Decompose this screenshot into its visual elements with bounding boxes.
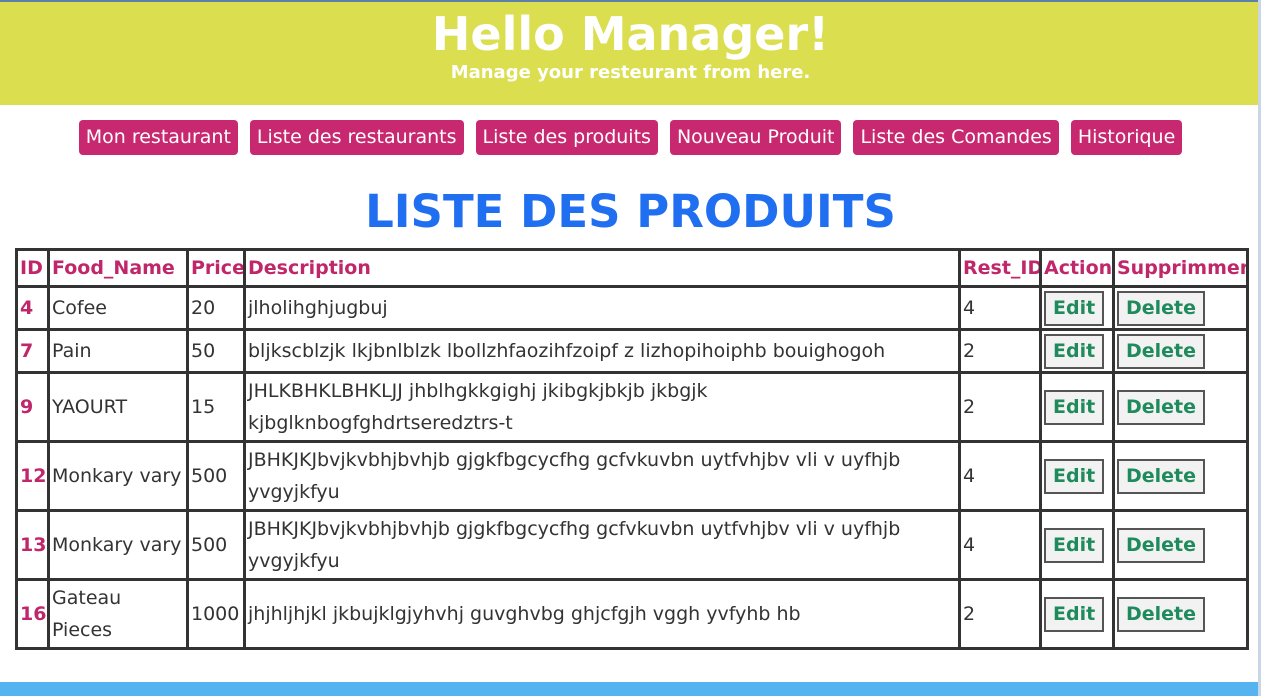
table-row: 9 YAOURT 15 JHLKBHKLBHKLJJ jhblhgkkgighj… (15, 371, 1249, 443)
cell-price: 500 (186, 509, 246, 581)
column-header-description: Description (243, 248, 961, 288)
nav-mon-restaurant[interactable]: Mon restaurant (78, 120, 238, 155)
delete-button[interactable]: Delete (1117, 596, 1206, 632)
cell-price: 15 (186, 371, 246, 443)
edit-button[interactable]: Edit (1044, 596, 1105, 632)
delete-button[interactable]: Delete (1117, 458, 1206, 494)
cell-action: Edit (1039, 440, 1115, 512)
delete-button[interactable]: Delete (1117, 389, 1206, 425)
table-row: 16 Gateau Pieces 1000 jhjhljhjkl jkbujkl… (15, 578, 1249, 650)
edit-button[interactable]: Edit (1044, 333, 1105, 369)
page: Hello Manager! Manage your resteurant fr… (0, 0, 1261, 696)
cell-food-name: Cofee (47, 285, 189, 331)
header-title: Hello Manager! (431, 7, 830, 61)
delete-button[interactable]: Delete (1117, 290, 1206, 326)
cell-action: Edit (1039, 285, 1115, 331)
cell-id: 7 (15, 328, 50, 374)
cell-rest-id: 2 (958, 371, 1042, 443)
nav-liste-des-produits[interactable]: Liste des produits (475, 120, 658, 155)
table-row: 4 Cofee 20 jlholihghjugbuj 4 Edit Delete (15, 285, 1249, 331)
cell-rest-id: 4 (958, 509, 1042, 581)
header-banner: Hello Manager! Manage your resteurant fr… (0, 2, 1261, 105)
edit-button[interactable]: Edit (1044, 389, 1105, 425)
edit-button[interactable]: Edit (1044, 290, 1105, 326)
nav-liste-des-comandes[interactable]: Liste des Comandes (853, 120, 1059, 155)
cell-id: 9 (15, 371, 50, 443)
column-header-rest-id: Rest_ID (958, 248, 1042, 288)
cell-food-name: Monkary vary (47, 509, 189, 581)
cell-description: JBHKJKJbvjkvbhjbvhjb gjgkfbgcycfhg gcfvk… (243, 509, 961, 581)
products-table: ID Food_Name Price Description Rest_ID A… (15, 248, 1249, 650)
cell-id: 13 (15, 509, 50, 581)
cell-supprimmer: Delete (1112, 371, 1249, 443)
cell-supprimmer: Delete (1112, 328, 1249, 374)
cell-price: 500 (186, 440, 246, 512)
cell-supprimmer: Delete (1112, 509, 1249, 581)
cell-action: Edit (1039, 578, 1115, 650)
cell-price: 1000 (186, 578, 246, 650)
cell-supprimmer: Delete (1112, 440, 1249, 512)
column-header-price: Price (186, 248, 246, 288)
column-header-supprimmer: Supprimmer (1112, 248, 1249, 288)
cell-rest-id: 4 (958, 285, 1042, 331)
table-row: 12 Monkary vary 500 JBHKJKJbvjkvbhjbvhjb… (15, 440, 1249, 512)
cell-food-name: Pain (47, 328, 189, 374)
cell-rest-id: 2 (958, 578, 1042, 650)
cell-description: jlholihghjugbuj (243, 285, 961, 331)
table-row: 13 Monkary vary 500 JBHKJKJbvjkvbhjbvhjb… (15, 509, 1249, 581)
cell-food-name: Monkary vary (47, 440, 189, 512)
table-header-row: ID Food_Name Price Description Rest_ID A… (15, 248, 1249, 288)
table-row: 7 Pain 50 bljkscblzjk lkjbnlblzk lbollzh… (15, 328, 1249, 374)
cell-action: Edit (1039, 328, 1115, 374)
column-header-action: Action (1039, 248, 1115, 288)
header-subtitle: Manage your resteurant from here. (450, 62, 811, 83)
cell-price: 50 (186, 328, 246, 374)
cell-id: 4 (15, 285, 50, 331)
page-title: LISTE DES PRODUITS (365, 185, 896, 238)
cell-rest-id: 2 (958, 328, 1042, 374)
cell-id: 16 (15, 578, 50, 650)
edit-button[interactable]: Edit (1044, 527, 1105, 563)
edit-button[interactable]: Edit (1044, 458, 1105, 494)
cell-rest-id: 4 (958, 440, 1042, 512)
cell-description: JHLKBHKLBHKLJJ jhblhgkkgighj jkibgkjbkjb… (243, 371, 961, 443)
cell-supprimmer: Delete (1112, 578, 1249, 650)
delete-button[interactable]: Delete (1117, 527, 1206, 563)
delete-button[interactable]: Delete (1117, 333, 1206, 369)
cell-action: Edit (1039, 371, 1115, 443)
cell-action: Edit (1039, 509, 1115, 581)
column-header-id: ID (15, 248, 50, 288)
cell-id: 12 (15, 440, 50, 512)
column-header-food-name: Food_Name (47, 248, 189, 288)
cell-food-name: Gateau Pieces (47, 578, 189, 650)
cell-supprimmer: Delete (1112, 285, 1249, 331)
nav-liste-des-restaurants[interactable]: Liste des restaurants (249, 120, 464, 155)
cell-description: bljkscblzjk lkjbnlblzk lbollzhfaozihfzoi… (243, 328, 961, 374)
cell-description: JBHKJKJbvjkvbhjbvhjb gjgkfbgcycfhg gcfvk… (243, 440, 961, 512)
nav-nouveau-produit[interactable]: Nouveau Produit (669, 120, 842, 155)
nav-historique[interactable]: Historique (1070, 120, 1183, 155)
footer-bar (0, 682, 1261, 696)
cell-price: 20 (186, 285, 246, 331)
main-nav: Mon restaurant Liste des restaurants Lis… (0, 120, 1261, 156)
cell-description: jhjhljhjkl jkbujklgjyhvhj guvghvbg ghjcf… (243, 578, 961, 650)
cell-food-name: YAOURT (47, 371, 189, 443)
